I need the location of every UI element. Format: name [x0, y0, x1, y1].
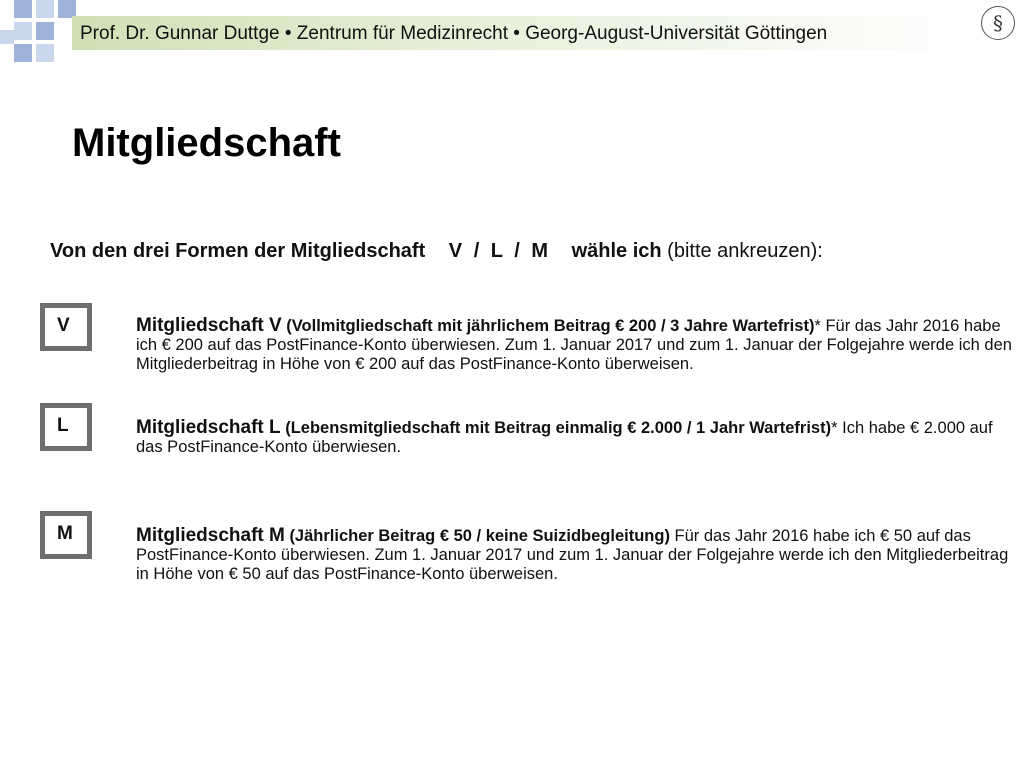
decor-square: [0, 30, 14, 44]
form-prompt: Von den drei Formen der Mitgliedschaft V…: [50, 240, 823, 263]
header-text: Prof. Dr. Gunnar Duttge • Zentrum für Me…: [80, 23, 828, 44]
decor-square: [36, 44, 54, 62]
checkbox-m[interactable]: M: [40, 511, 92, 559]
option-v: Mitgliedschaft V (Vollmitgliedschaft mit…: [136, 316, 1016, 374]
decor-square: [36, 22, 54, 40]
option-title: Mitgliedschaft V: [136, 315, 282, 336]
option-subtitle: (Lebensmitgliedschaft mit Beitrag einmal…: [285, 419, 832, 437]
prompt-start: Von den drei Formen der Mitgliedschaft: [50, 240, 426, 262]
option-l: Mitgliedschaft L (Lebensmitgliedschaft m…: [136, 418, 1016, 457]
option-title: Mitgliedschaft M: [136, 525, 285, 546]
option-subtitle: (Jährlicher Beitrag € 50 / keine Suizidb…: [289, 527, 670, 545]
prompt-end: (bitte ankreuzen):: [667, 240, 823, 262]
decor-square: [14, 44, 32, 62]
decor-square: [14, 22, 32, 40]
prompt-mid: wähle ich: [571, 240, 662, 262]
university-logo-icon: §: [981, 6, 1015, 40]
decor-square: [36, 0, 54, 18]
checkbox-v[interactable]: V: [40, 303, 92, 351]
checkbox-l[interactable]: L: [40, 403, 92, 451]
option-subtitle: (Vollmitgliedschaft mit jährlichem Beitr…: [286, 317, 815, 335]
option-m: Mitgliedschaft M (Jährlicher Beitrag € 5…: [136, 526, 1016, 584]
header-decoration: [0, 0, 80, 70]
decor-square: [14, 0, 32, 18]
option-title: Mitgliedschaft L: [136, 417, 281, 438]
page-title: Mitgliedschaft: [72, 121, 341, 165]
prompt-letters: V / L / M: [448, 240, 548, 262]
